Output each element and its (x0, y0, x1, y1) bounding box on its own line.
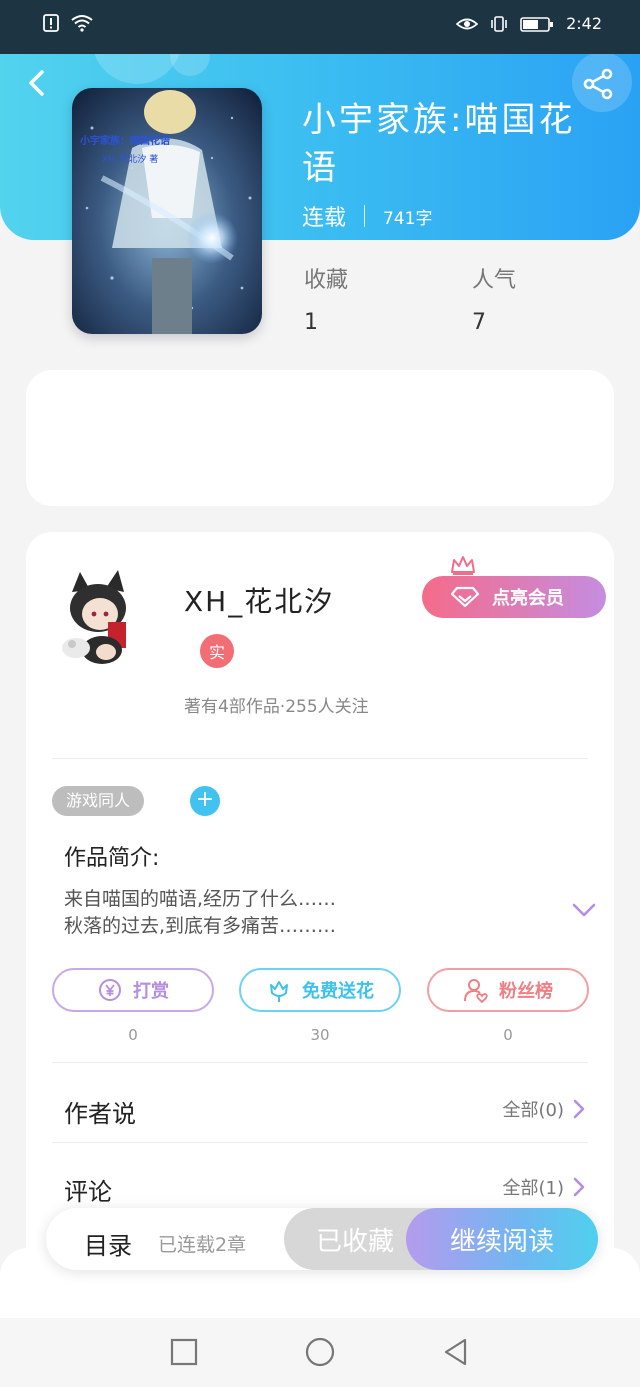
back-arrow-icon[interactable] (20, 66, 54, 100)
tag-chip[interactable]: 游戏同人 (52, 786, 145, 816)
divider (52, 1142, 588, 1143)
author-description: 著有4部作品·255人关注 (184, 697, 369, 717)
word-count: 741字 (383, 208, 433, 229)
cover-illustration: 小宇家族：喵国花语 XH_花北汐 著 (72, 88, 262, 334)
author-says-all-link[interactable]: 全部(0) (503, 1096, 587, 1122)
comments-label[interactable]: 评论 (64, 1172, 112, 1207)
cover-title-text: 小宇家族：喵国花语 (79, 134, 170, 147)
diamond-icon (450, 586, 480, 608)
cover-author-text: XH_花北汐 著 (102, 153, 158, 165)
vibrate-icon (491, 15, 507, 32)
fan-count: 0 (503, 1026, 513, 1044)
intro-line: 来自喵国的喵语,经历了什么…… (64, 888, 337, 910)
yen-coin-icon (99, 979, 121, 1001)
meta-divider (364, 205, 366, 227)
chevron-right-icon (573, 1177, 585, 1197)
serial-status: 连载 (302, 206, 347, 231)
chapter-count[interactable]: 已连载2章 (158, 1230, 246, 1257)
status-bar: 2:42 (0, 0, 640, 54)
comments-all-link[interactable]: 全部(1) (503, 1174, 587, 1200)
reward-label: 打赏 (133, 981, 169, 1002)
vip-button-label: 点亮会员 (492, 588, 564, 609)
home-icon[interactable] (304, 1336, 336, 1368)
stat-favorites-value: 1 (304, 310, 318, 335)
stat-popularity-value: 7 (472, 310, 486, 335)
author-says-label[interactable]: 作者说 (64, 1094, 136, 1129)
continue-reading-button[interactable]: 继续阅读 (406, 1208, 598, 1270)
catalog-button[interactable]: 目录 (84, 1226, 132, 1261)
eye-icon (456, 18, 479, 29)
user-heart-icon (464, 979, 488, 1003)
send-flower-button[interactable]: 免费送花 (239, 968, 401, 1012)
chevron-right-icon (573, 1099, 585, 1119)
back-triangle-icon[interactable] (440, 1336, 472, 1368)
intro-title: 作品简介: (64, 846, 160, 871)
divider (52, 758, 588, 759)
add-tag-button[interactable]: + (190, 786, 220, 816)
divider (52, 1062, 588, 1063)
reward-button[interactable]: 打赏 (52, 968, 214, 1012)
intro-text: 来自喵国的喵语,经历了什么…… 秋落的过去,到底有多痛苦……… (64, 886, 544, 940)
book-cover[interactable]: 小宇家族：喵国花语 XH_花北汐 著 (72, 88, 262, 334)
status-time: 2:42 (566, 14, 602, 33)
battery-icon (520, 16, 554, 32)
reward-count: 0 (128, 1026, 138, 1044)
author-name[interactable]: XH_花北汐 (184, 580, 334, 620)
decor-bubble (170, 54, 210, 76)
flower-count: 30 (310, 1026, 330, 1044)
comments-count: 全部(1) (502, 1178, 565, 1199)
wifi-icon (71, 15, 93, 32)
fan-ranking-button[interactable]: 粉丝榜 (427, 968, 589, 1012)
stat-favorites-label: 收藏 (304, 268, 349, 293)
fan-ranking-label: 粉丝榜 (499, 981, 553, 1002)
book-meta: 连载 741字 (302, 200, 432, 232)
recent-apps-icon[interactable] (168, 1336, 200, 1368)
chevron-down-icon[interactable] (570, 900, 598, 920)
book-title: 小宇家族:喵国花语 (302, 100, 576, 188)
blank-card (26, 370, 614, 506)
intro-line: 秋落的过去,到底有多痛苦……… (64, 915, 337, 937)
author-avatar[interactable] (50, 570, 146, 670)
send-flower-label: 免费送花 (302, 981, 374, 1002)
stat-popularity-label: 人气 (472, 268, 517, 293)
alert-icon (43, 14, 59, 32)
verified-badge: 实 (200, 634, 234, 668)
author-says-count: 全部(0) (502, 1100, 565, 1121)
crown-icon (451, 556, 475, 575)
vip-member-button[interactable]: 点亮会员 (422, 576, 606, 618)
flower-icon (270, 981, 288, 1002)
decor-bubble (92, 54, 182, 84)
